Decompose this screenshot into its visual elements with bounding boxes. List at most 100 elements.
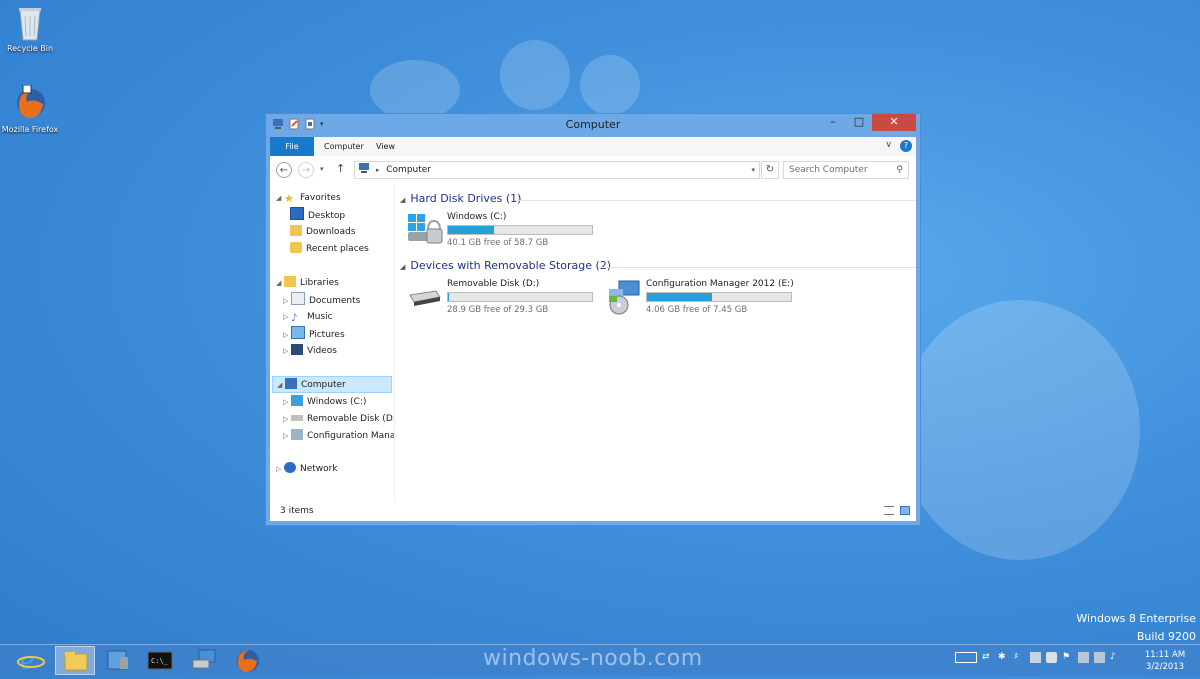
- keyboard-icon[interactable]: [955, 652, 977, 663]
- pictures-icon: [291, 326, 305, 339]
- nav-item-recent-places[interactable]: Recent places: [290, 241, 369, 257]
- file-explorer-icon: [64, 652, 88, 671]
- collapse-arrow-icon[interactable]: ▷: [283, 394, 291, 410]
- wallpaper-glow: [500, 40, 570, 110]
- collapse-arrow-icon[interactable]: ▷: [283, 309, 291, 325]
- computer-icon: [358, 163, 370, 173]
- wallpaper-glow: [580, 55, 640, 115]
- collapse-arrow-icon[interactable]: ▷: [276, 461, 284, 477]
- desktop-icon-recycle-bin[interactable]: Recycle Bin: [0, 4, 60, 53]
- firefox-icon: [13, 84, 47, 123]
- forward-button[interactable]: →: [298, 162, 314, 178]
- maximize-button[interactable]: □: [846, 114, 872, 131]
- speaker-icon[interactable]: ♪: [1110, 652, 1121, 663]
- nav-favorites[interactable]: ◢ ★ Favorites: [276, 190, 341, 206]
- up-button[interactable]: ↑: [336, 162, 345, 175]
- nav-label: Videos: [307, 346, 337, 356]
- nav-label: Libraries: [300, 278, 339, 288]
- expand-arrow-icon[interactable]: ◢: [276, 275, 284, 291]
- nav-item-videos[interactable]: ▷ Videos: [283, 343, 337, 359]
- bluetooth-icon[interactable]: ✱: [998, 652, 1009, 663]
- taskbar-command-prompt[interactable]: C:\_: [140, 646, 180, 675]
- status-bar: 3 items: [270, 501, 916, 521]
- title-bar[interactable]: ▾ Computer – □ ✕: [266, 114, 920, 137]
- recent-locations-button[interactable]: ▾: [320, 165, 324, 173]
- network-tray-icon[interactable]: ⇄: [982, 652, 993, 663]
- drive-name: Configuration Manager 2012 (E:): [646, 279, 794, 289]
- nav-network[interactable]: ▷ Network: [276, 461, 338, 477]
- clock-date: 3/2/2013: [1145, 662, 1185, 672]
- display-icon[interactable]: [1094, 652, 1105, 663]
- close-button[interactable]: ✕: [872, 114, 916, 131]
- nav-label: Documents: [309, 296, 361, 306]
- nav-item-music[interactable]: ▷ ♪ Music: [283, 309, 333, 325]
- collapse-arrow-icon[interactable]: ▷: [283, 411, 291, 427]
- collapse-arrow-icon[interactable]: ▷: [283, 343, 291, 359]
- usb-icon[interactable]: [1030, 652, 1041, 663]
- refresh-button[interactable]: ↻: [761, 161, 779, 179]
- taskbar-server-manager[interactable]: [98, 646, 138, 675]
- windows-drive-icon: [406, 212, 444, 248]
- desktop-icon-label: Mozilla Firefox: [1, 125, 59, 134]
- tab-computer[interactable]: Computer: [314, 137, 374, 156]
- taskbar-clock[interactable]: 11:11 AM 3/2/2013: [1140, 649, 1190, 673]
- nav-label: Network: [300, 464, 338, 474]
- computer-icon: [285, 378, 297, 389]
- nav-item-pictures[interactable]: ▷ Pictures: [283, 326, 345, 342]
- chevron-down-icon[interactable]: ▾: [751, 162, 755, 178]
- taskbar-internet-explorer[interactable]: e: [10, 646, 50, 675]
- nav-item-downloads[interactable]: Downloads: [290, 224, 355, 240]
- computer-management-icon: [192, 649, 216, 669]
- star-icon: ★: [284, 192, 294, 205]
- action-center-flag-icon[interactable]: ⚑: [1062, 652, 1073, 663]
- taskbar-firefox[interactable]: [228, 646, 268, 675]
- expand-arrow-icon[interactable]: ◢: [277, 377, 285, 393]
- collapse-arrow-icon[interactable]: ▷: [283, 428, 291, 444]
- power-icon[interactable]: [1046, 652, 1057, 663]
- tab-file[interactable]: File: [270, 137, 314, 156]
- collapse-arrow-icon[interactable]: ▷: [283, 293, 291, 309]
- nav-item-config-manager-e[interactable]: ▷ Configuration Manager 2012 (E:): [283, 428, 394, 444]
- group-hard-disk-drives[interactable]: ◢ Hard Disk Drives (1): [400, 192, 915, 205]
- nav-item-documents[interactable]: ▷ Documents: [283, 292, 360, 308]
- group-removable-storage[interactable]: ◢ Devices with Removable Storage (2): [400, 259, 915, 272]
- back-button[interactable]: ←: [276, 162, 292, 178]
- dvd-drive-icon: [291, 429, 303, 440]
- search-icon: ⚲: [896, 165, 903, 175]
- desktop-icon-firefox[interactable]: Mozilla Firefox: [0, 84, 60, 134]
- taskbar-file-explorer[interactable]: [55, 646, 95, 675]
- details-view-icon[interactable]: [884, 506, 894, 515]
- nav-label: Windows (C:): [307, 397, 367, 407]
- nav-label: Computer: [301, 380, 346, 390]
- expand-ribbon-icon[interactable]: ∨: [885, 140, 892, 150]
- address-toolbar: ← → ▾ ↑ ▸ Computer ▾ ↻ Search Computer ⚲: [270, 156, 916, 185]
- help-icon[interactable]: ?: [900, 140, 912, 152]
- nav-item-removable-d[interactable]: ▷ Removable Disk (D:): [283, 411, 394, 427]
- drive-usage-bar: [646, 292, 792, 302]
- nav-libraries[interactable]: ◢ Libraries: [276, 275, 339, 291]
- drive-name: Removable Disk (D:): [447, 279, 540, 289]
- nav-item-desktop[interactable]: Desktop: [290, 207, 345, 223]
- group-divider: [598, 267, 915, 268]
- wallpaper-glow: [900, 300, 1140, 560]
- search-input[interactable]: Search Computer ⚲: [783, 161, 909, 179]
- expand-arrow-icon[interactable]: ◢: [276, 190, 284, 206]
- nav-item-windows-c[interactable]: ▷ Windows (C:): [283, 394, 366, 410]
- collapse-arrow-icon[interactable]: ◢: [400, 263, 405, 271]
- watermark-text: windows-noob.com: [483, 646, 703, 671]
- music-icon: ♪: [291, 313, 298, 324]
- downloads-icon: [290, 225, 302, 236]
- tab-view[interactable]: View: [366, 137, 405, 156]
- collapse-arrow-icon[interactable]: ▷: [283, 327, 291, 343]
- volume-icon[interactable]: ♯: [1014, 652, 1025, 663]
- documents-icon: [291, 292, 305, 305]
- address-path[interactable]: Computer: [386, 165, 431, 175]
- collapse-arrow-icon[interactable]: ◢: [400, 196, 405, 204]
- wifi-icon[interactable]: [1078, 652, 1089, 663]
- large-icons-view-icon[interactable]: [900, 506, 910, 515]
- group-label: Devices with Removable Storage (2): [410, 259, 612, 272]
- taskbar-computer-management[interactable]: [185, 646, 225, 675]
- nav-computer[interactable]: ◢ Computer: [272, 376, 392, 393]
- minimize-button[interactable]: –: [820, 114, 846, 131]
- address-bar[interactable]: ▸ Computer ▾: [354, 161, 760, 179]
